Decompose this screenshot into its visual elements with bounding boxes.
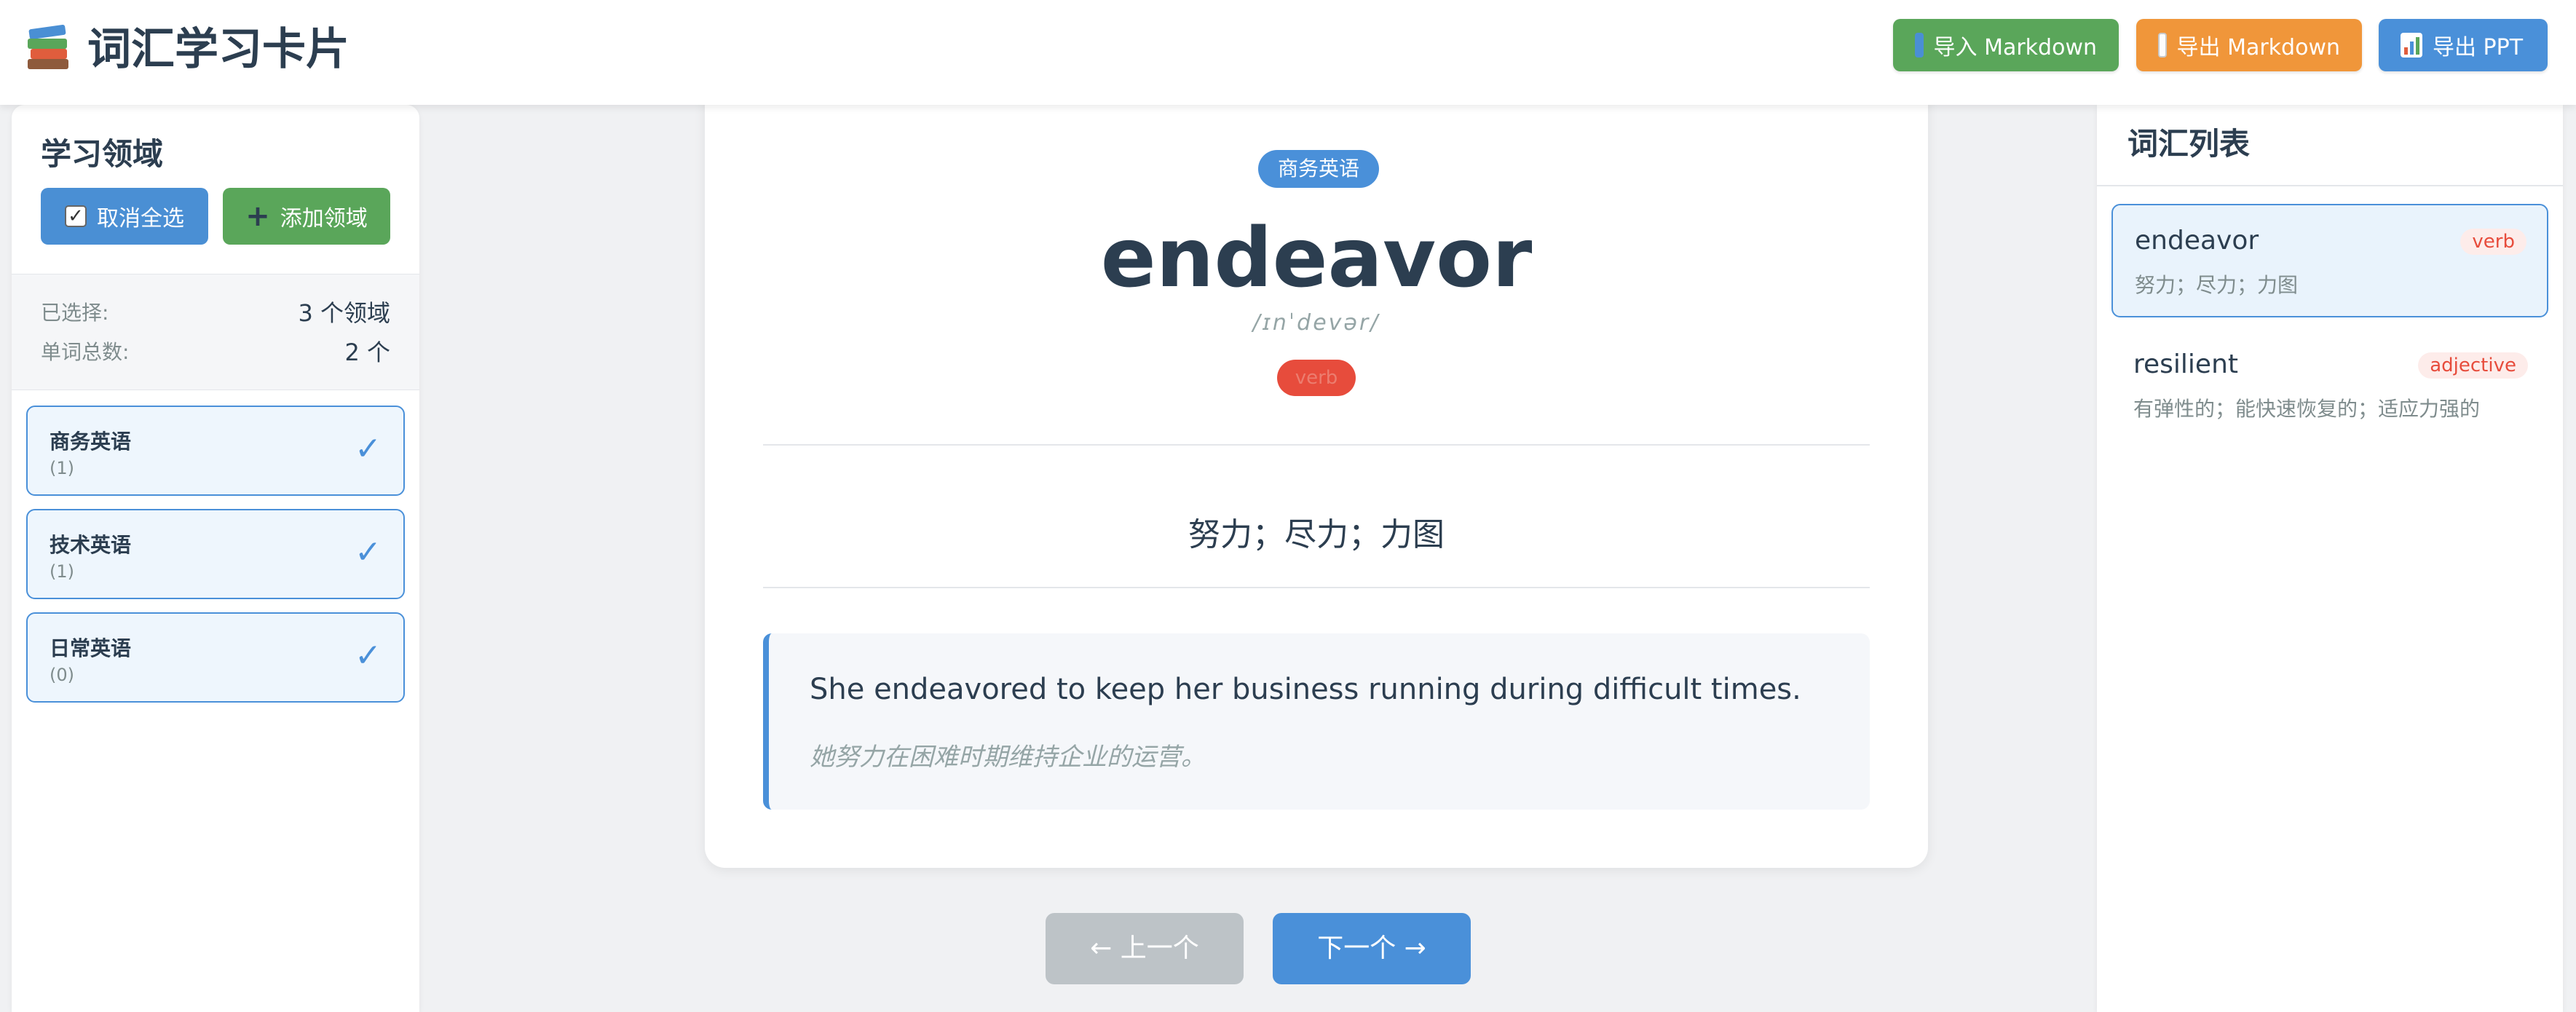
deselect-all-button[interactable]: ✓ 取消全选 [41,188,208,245]
divider [763,587,1870,588]
check-icon: ✓ [355,534,382,571]
selected-count-value: 3 个领域 [298,299,390,327]
vocab-meaning: 有弹性的；能快速恢复的；适应力强的 [2133,397,2481,421]
category-badge: 商务英语 [1258,150,1379,188]
vocab-word: resilient [2133,349,2238,379]
export-markdown-label: 导出 Markdown [2176,35,2340,60]
domain-count: (0) [50,665,74,685]
domain-name: 商务英语 [50,430,132,454]
domain-name: 日常英语 [50,636,132,660]
previous-button[interactable]: ← 上一个 [1046,913,1244,984]
divider [763,444,1870,446]
card-word: endeavor [1100,211,1533,306]
part-of-speech-badge: verb [1277,360,1356,396]
import-markdown-button[interactable]: 导入 Markdown [1893,19,2119,71]
add-domain-label: 添加领域 [280,206,368,232]
sidebar-title: 学习领域 [41,136,164,172]
vocab-list-title: 词汇列表 [2127,126,2251,162]
check-icon: ✓ [355,637,382,674]
add-domain-button[interactable]: + 添加领域 [223,188,390,245]
vocab-item-endeavor[interactable]: endeavor verb 努力；尽力；力图 [2111,204,2548,317]
domain-item-business[interactable]: 商务英语 (1) ✓ [26,406,405,496]
word-total-label: 单词总数: [41,340,130,364]
vocab-word: endeavor [2135,226,2259,256]
deselect-all-label: 取消全选 [97,206,184,232]
word-total-value: 2 个 [344,339,390,366]
flashcard[interactable]: 商务英语 endeavor /ɪnˈdevər/ verb 努力；尽力；力图 S… [705,87,1928,868]
divider [2097,185,2563,186]
export-markdown-button[interactable]: 导出 Markdown [2136,19,2362,71]
import-icon [1915,33,1924,58]
domain-count: (1) [50,561,74,582]
app-title: 词汇学习卡片 [26,19,349,75]
export-ppt-button[interactable]: 导出 PPT [2379,19,2548,71]
vocab-meaning: 努力；尽力；力图 [2135,273,2299,297]
selected-count-row: 已选择: 3 个领域 [41,295,390,328]
selected-count-label: 已选择: [41,301,109,325]
domain-sidebar: 学习领域 ✓ 取消全选 + 添加领域 已选择: 3 个领域 单词总数: 2 个 … [12,105,419,1012]
document-icon [2158,33,2167,58]
domain-item-daily[interactable]: 日常英语 (0) ✓ [26,612,405,703]
plus-icon: + [245,199,270,233]
word-total-row: 单词总数: 2 个 [41,334,390,368]
books-icon [26,23,71,69]
selection-stats: 已选择: 3 个领域 单词总数: 2 个 [12,274,419,390]
domain-name: 技术英语 [50,533,132,557]
vocab-pos-badge: adjective [2418,352,2528,379]
example-english: She endeavored to keep her business runn… [810,673,1801,706]
check-icon: ✓ [355,430,382,467]
card-phonetic: /ɪnˈdevər/ [1252,310,1380,336]
app-title-text: 词汇学习卡片 [87,23,349,75]
app-header: 词汇学习卡片 导入 Markdown 导出 Markdown 导出 PPT [0,0,2576,105]
checkbox-icon: ✓ [65,205,87,227]
export-ppt-label: 导出 PPT [2433,35,2524,60]
bar-chart-icon [2401,33,2422,58]
domain-count: (1) [50,458,74,478]
vocab-list-panel: 词汇列表 endeavor verb 努力；尽力；力图 resilient ad… [2097,105,2563,1012]
card-meaning: 努力；尽力；力图 [1188,516,1445,553]
domain-item-technical[interactable]: 技术英语 (1) ✓ [26,509,405,599]
vocab-item-resilient[interactable]: resilient adjective 有弹性的；能快速恢复的；适应力强的 [2111,329,2548,443]
next-button[interactable]: 下一个 → [1273,913,1471,984]
vocab-pos-badge: verb [2460,229,2526,255]
example-chinese: 她努力在困难时期维持企业的运营。 [810,743,1206,772]
import-markdown-label: 导入 Markdown [1933,35,2097,60]
example-box: She endeavored to keep her business runn… [763,633,1870,810]
